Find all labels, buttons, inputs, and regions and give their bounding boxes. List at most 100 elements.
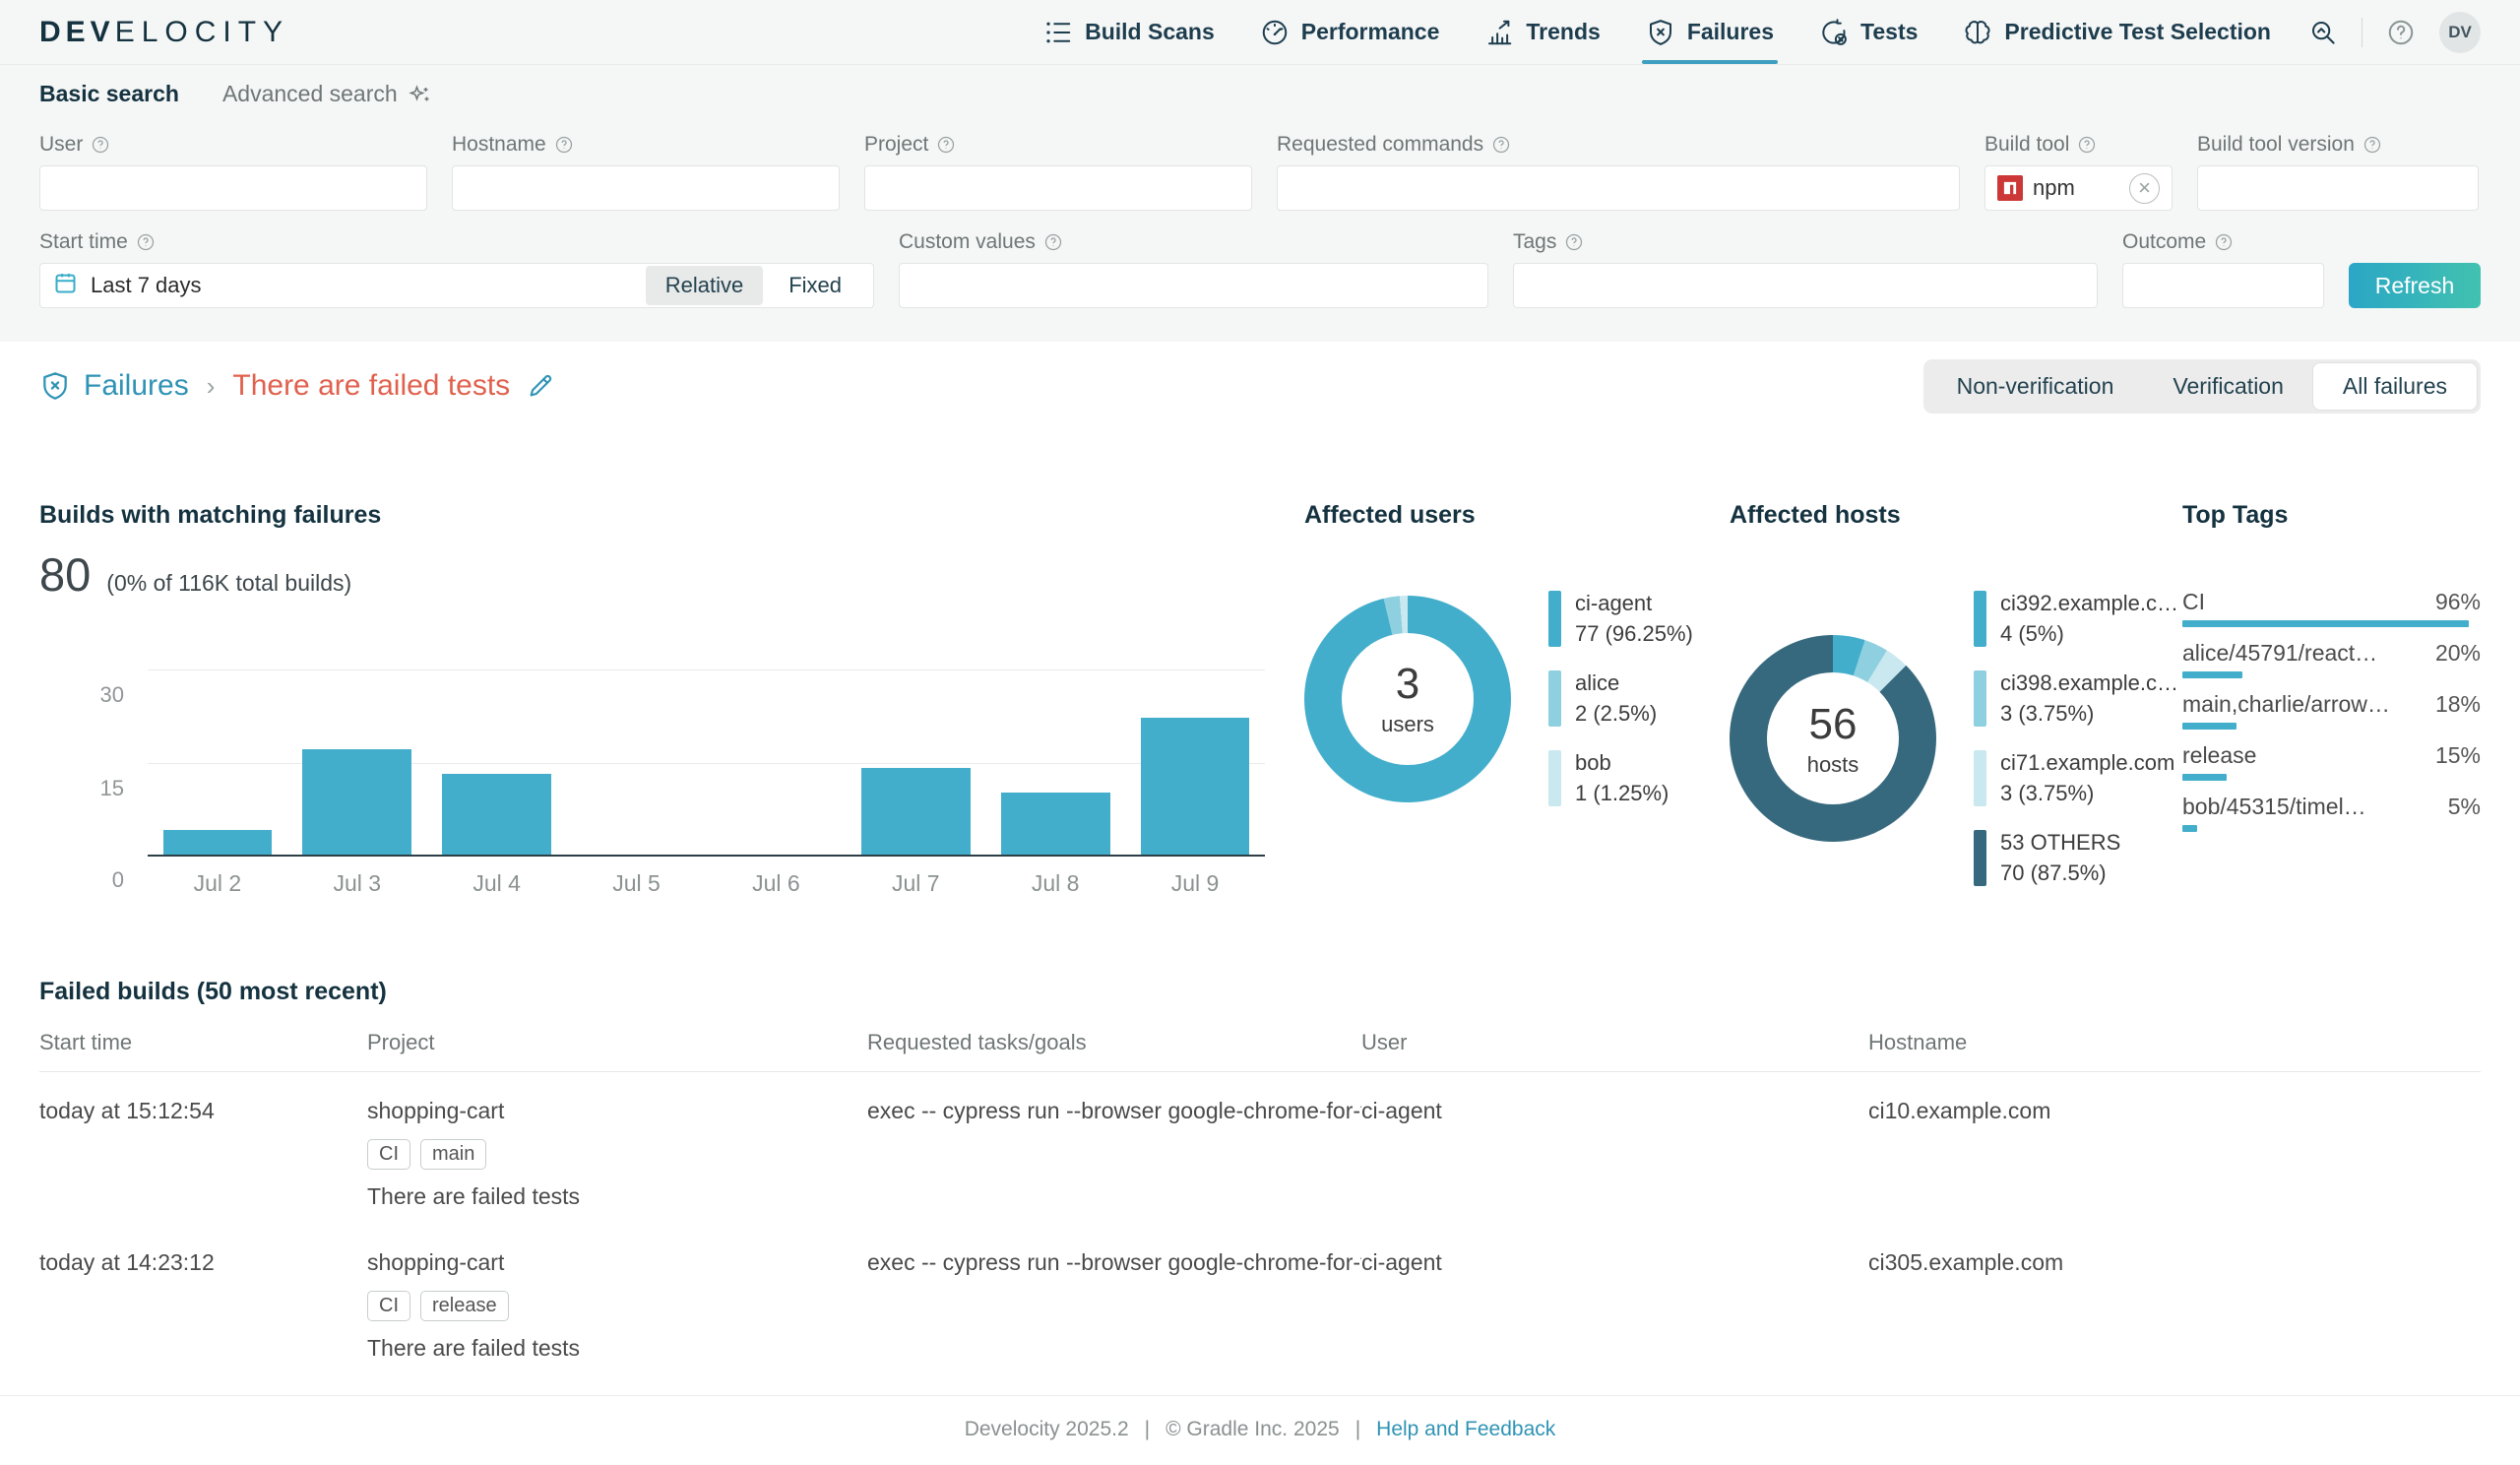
start-time-input[interactable]: Last 7 days Relative Fixed xyxy=(39,263,874,308)
bar-slot xyxy=(427,774,567,855)
legend-value: 3 (3.75%) xyxy=(2000,781,2174,806)
question-icon xyxy=(1043,232,1063,252)
legend-label: ci398.example.c… xyxy=(2000,670,2178,696)
build-tool-version-label-text: Build tool version xyxy=(2197,133,2355,157)
tab-basic-search[interactable]: Basic search xyxy=(39,81,179,107)
help-and-feedback-link[interactable]: Help and Feedback xyxy=(1376,1418,1555,1441)
refresh-button[interactable]: Refresh xyxy=(2349,263,2481,308)
x-tick-label: Jul 3 xyxy=(287,870,427,897)
custom-values-label: Custom values xyxy=(899,230,1488,254)
user-input[interactable] xyxy=(39,165,427,211)
top-tags-section: Top Tags CI96%alice/45791/react…20%main,… xyxy=(2182,501,2481,897)
stats-row: Builds with matching failures 80 (0% of … xyxy=(39,501,2481,897)
help-icon[interactable] xyxy=(2386,18,2416,47)
cell-requested-tasks: exec -- cypress run --browser google-chr… xyxy=(867,1098,1361,1210)
x-tick-label: Jul 2 xyxy=(148,870,287,897)
x-axis-baseline: 0 xyxy=(148,855,1265,857)
tag-row-bob-45315-timel: bob/45315/timel…5% xyxy=(2182,794,2481,832)
legend-item-ci-agent: ci-agent77 (96.25%) xyxy=(1548,591,1693,647)
build-tool-input[interactable]: npm × xyxy=(1984,165,2173,211)
tag-chip-release: release xyxy=(420,1291,509,1321)
build-tool-version-field-group: Build tool version xyxy=(2197,133,2479,211)
project-input[interactable] xyxy=(864,165,1252,211)
nav-item-failures[interactable]: Failures xyxy=(1646,0,1774,64)
edit-pencil-icon[interactable] xyxy=(526,371,555,401)
question-icon xyxy=(936,135,956,155)
build-tool-version-input[interactable] xyxy=(2197,165,2479,211)
builds-chart-section: Builds with matching failures 80 (0% of … xyxy=(39,501,1265,897)
toggle-option-all-failures[interactable]: All failures xyxy=(2313,363,2477,410)
x-tick-label: Jul 6 xyxy=(707,870,847,897)
legend-label: 53 OTHERS xyxy=(2000,830,2120,856)
toggle-option-non-verification[interactable]: Non-verification xyxy=(1927,363,2144,410)
question-icon xyxy=(554,135,574,155)
clear-build-tool-icon[interactable]: × xyxy=(2129,173,2160,204)
nav-item-label: Failures xyxy=(1687,19,1774,45)
hostname-label: Hostname xyxy=(452,133,840,157)
affected-hosts-donut: 56 hosts xyxy=(1730,635,1936,842)
tag-bar xyxy=(2182,671,2242,678)
search-icon[interactable] xyxy=(2308,18,2338,47)
failed-builds-title: Failed builds (50 most recent) xyxy=(39,978,2481,1006)
cell-project: shopping-cartCIreleaseThere are failed t… xyxy=(367,1249,867,1362)
bar-slot xyxy=(148,830,287,855)
outcome-field-group: Outcome xyxy=(2122,230,2324,308)
legend-item-bob: bob1 (1.25%) xyxy=(1548,750,1693,806)
bar-slot xyxy=(287,749,427,855)
table-row[interactable]: today at 14:23:12shopping-cartCIreleaseT… xyxy=(39,1224,2481,1375)
tag-chip-ci: CI xyxy=(367,1291,410,1321)
legend-value: 77 (96.25%) xyxy=(1575,621,1693,647)
x-tick-label: Jul 4 xyxy=(427,870,567,897)
cell-start-time: today at 14:23:12 xyxy=(39,1249,367,1362)
legend-value: 70 (87.5%) xyxy=(2000,860,2120,886)
legend-text: bob1 (1.25%) xyxy=(1575,750,1669,806)
requested-commands-input[interactable] xyxy=(1277,165,1960,211)
nav-item-build-scans[interactable]: Build Scans xyxy=(1043,0,1215,64)
hostname-label-text: Hostname xyxy=(452,133,546,157)
table-row[interactable]: today at 15:12:54shopping-cartCImainTher… xyxy=(39,1072,2481,1224)
build-tool-field-group: Build tool npm × xyxy=(1984,133,2173,211)
failed-builds-header: Start time Project Requested tasks/goals… xyxy=(39,1030,2481,1072)
sparkle-icon xyxy=(408,83,431,106)
question-icon xyxy=(91,135,110,155)
breadcrumb-failures-link[interactable]: Failures xyxy=(39,369,189,403)
tags-input[interactable] xyxy=(1513,263,2098,308)
failure-title: There are failed tests xyxy=(232,369,510,403)
nav-item-tests[interactable]: Tests xyxy=(1819,0,1918,64)
toggle-option-verification[interactable]: Verification xyxy=(2143,363,2313,410)
nav-item-trends[interactable]: Trends xyxy=(1484,0,1600,64)
avatar[interactable]: DV xyxy=(2439,12,2481,53)
relative-button[interactable]: Relative xyxy=(646,266,763,305)
legend-value: 1 (1.25%) xyxy=(1575,781,1669,806)
nav-item-performance[interactable]: Performance xyxy=(1260,0,1440,64)
y-tick-label: 15 xyxy=(100,776,124,801)
calendar-icon xyxy=(52,270,79,302)
legend-value: 3 (3.75%) xyxy=(2000,701,2178,727)
x-tick-label: Jul 5 xyxy=(567,870,707,897)
tab-advanced-search[interactable]: Advanced search xyxy=(222,81,431,107)
nav-item-label: Tests xyxy=(1860,19,1918,45)
custom-values-input[interactable] xyxy=(899,263,1488,308)
top-region: DEVELOCITY Build Scans Performance Trends F… xyxy=(0,0,2520,342)
bar-slot xyxy=(1125,718,1265,855)
fixed-button[interactable]: Fixed xyxy=(769,266,861,305)
nav-item-label: Predictive Test Selection xyxy=(2004,19,2271,45)
footer-separator: | xyxy=(1145,1418,1150,1441)
legend-item-ci71-example-com: ci71.example.com3 (3.75%) xyxy=(1974,750,2178,806)
affected-hosts-unit: hosts xyxy=(1807,752,1859,778)
cell-start-time: today at 15:12:54 xyxy=(39,1098,367,1210)
tag-bar xyxy=(2182,723,2236,730)
x-axis-labels: Jul 2Jul 3Jul 4Jul 5Jul 6Jul 7Jul 8Jul 9 xyxy=(148,870,1265,897)
hostname-input[interactable] xyxy=(452,165,840,211)
custom-values-field-group: Custom values xyxy=(899,230,1488,308)
nav-item-predictive-test-selection[interactable]: Predictive Test Selection xyxy=(1963,0,2271,64)
footer-separator: | xyxy=(1355,1418,1360,1441)
project-label-text: Project xyxy=(864,133,928,157)
outcome-input[interactable] xyxy=(2122,263,2324,308)
trends-icon xyxy=(1484,18,1514,47)
tag-row-release: release15% xyxy=(2182,742,2481,781)
affected-hosts-section: Affected hosts 56 hosts ci392.example.c…… xyxy=(1730,501,2153,897)
bar-slot xyxy=(985,793,1125,855)
tag-row-ci: CI96% xyxy=(2182,589,2481,627)
develocity-logo[interactable]: DEVELOCITY xyxy=(39,16,289,49)
